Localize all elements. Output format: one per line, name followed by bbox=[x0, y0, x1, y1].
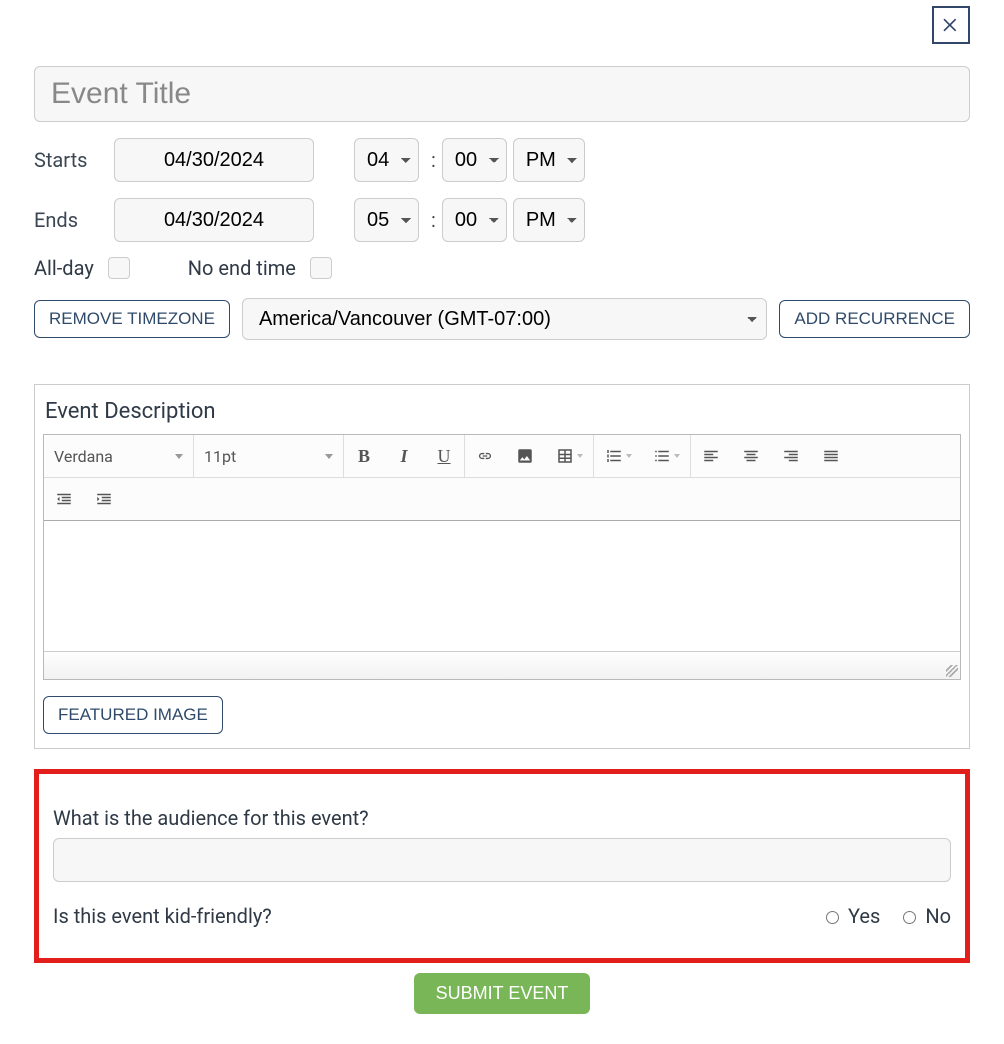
starts-ampm-select[interactable]: PM bbox=[513, 138, 585, 182]
underline-button[interactable]: U bbox=[424, 435, 464, 477]
bullet-list-button[interactable] bbox=[642, 435, 690, 477]
starts-hour-select[interactable]: 04 bbox=[354, 138, 419, 182]
align-center-icon bbox=[742, 447, 760, 465]
image-button[interactable] bbox=[505, 435, 545, 477]
outdent-icon bbox=[55, 490, 73, 508]
editor-content-area[interactable] bbox=[44, 521, 960, 651]
description-panel: Event Description Verdana 11pt B I U bbox=[34, 384, 970, 749]
link-button[interactable] bbox=[465, 435, 505, 477]
indent-icon bbox=[95, 490, 113, 508]
ends-label: Ends bbox=[34, 208, 114, 232]
align-center-button[interactable] bbox=[731, 435, 771, 477]
table-icon bbox=[556, 447, 574, 465]
editor-status-bar bbox=[44, 651, 960, 679]
align-right-button[interactable] bbox=[771, 435, 811, 477]
featured-image-button[interactable]: FEATURED IMAGE bbox=[43, 696, 223, 734]
submit-event-button[interactable]: SUBMIT EVENT bbox=[414, 973, 591, 1014]
align-right-icon bbox=[782, 447, 800, 465]
image-icon bbox=[516, 447, 534, 465]
bullet-list-icon bbox=[653, 447, 671, 465]
event-title-input[interactable] bbox=[34, 66, 970, 122]
starts-label: Starts bbox=[34, 148, 114, 172]
indent-button[interactable] bbox=[84, 478, 124, 520]
time-colon: : bbox=[431, 208, 436, 232]
no-end-time-checkbox[interactable] bbox=[310, 257, 332, 279]
kid-friendly-yes-option[interactable]: Yes bbox=[821, 904, 880, 928]
rich-text-editor: Verdana 11pt B I U bbox=[43, 434, 961, 680]
editor-toolbar-row-2 bbox=[44, 478, 960, 521]
ends-minute-select[interactable]: 00 bbox=[442, 198, 507, 242]
resize-handle[interactable] bbox=[946, 665, 958, 677]
highlighted-section: What is the audience for this event? Is … bbox=[34, 769, 970, 963]
audience-input[interactable] bbox=[53, 838, 951, 882]
description-label: Event Description bbox=[45, 399, 961, 424]
no-label: No bbox=[925, 904, 951, 928]
kid-friendly-no-radio[interactable] bbox=[903, 911, 916, 924]
link-icon bbox=[476, 447, 494, 465]
starts-date-input[interactable] bbox=[114, 138, 314, 182]
no-end-time-label: No end time bbox=[188, 256, 296, 280]
font-family-dropdown[interactable]: Verdana bbox=[44, 435, 193, 477]
editor-toolbar-row-1: Verdana 11pt B I U bbox=[44, 435, 960, 478]
starts-minute-select[interactable]: 00 bbox=[442, 138, 507, 182]
ends-ampm-select[interactable]: PM bbox=[513, 198, 585, 242]
time-colon: : bbox=[431, 148, 436, 172]
align-justify-icon bbox=[822, 447, 840, 465]
close-icon bbox=[941, 15, 961, 35]
all-day-label: All-day bbox=[34, 256, 94, 280]
all-day-checkbox[interactable] bbox=[108, 257, 130, 279]
timezone-select[interactable]: America/Vancouver (GMT-07:00) bbox=[242, 298, 767, 340]
font-size-dropdown[interactable]: 11pt bbox=[194, 435, 343, 477]
table-button[interactable] bbox=[545, 435, 593, 477]
align-left-button[interactable] bbox=[691, 435, 731, 477]
align-justify-button[interactable] bbox=[811, 435, 851, 477]
italic-button[interactable]: I bbox=[384, 435, 424, 477]
numbered-list-button[interactable] bbox=[594, 435, 642, 477]
outdent-button[interactable] bbox=[44, 478, 84, 520]
align-left-icon bbox=[702, 447, 720, 465]
audience-label: What is the audience for this event? bbox=[53, 806, 951, 830]
add-recurrence-button[interactable]: ADD RECURRENCE bbox=[779, 300, 970, 338]
kid-friendly-label: Is this event kid-friendly? bbox=[53, 904, 272, 928]
kid-friendly-no-option[interactable]: No bbox=[898, 904, 951, 928]
numbered-list-icon bbox=[605, 447, 623, 465]
ends-date-input[interactable] bbox=[114, 198, 314, 242]
ends-hour-select[interactable]: 05 bbox=[354, 198, 419, 242]
bold-button[interactable]: B bbox=[344, 435, 384, 477]
remove-timezone-button[interactable]: REMOVE TIMEZONE bbox=[34, 300, 230, 338]
close-button[interactable] bbox=[932, 6, 970, 44]
kid-friendly-yes-radio[interactable] bbox=[826, 911, 839, 924]
yes-label: Yes bbox=[848, 904, 880, 928]
